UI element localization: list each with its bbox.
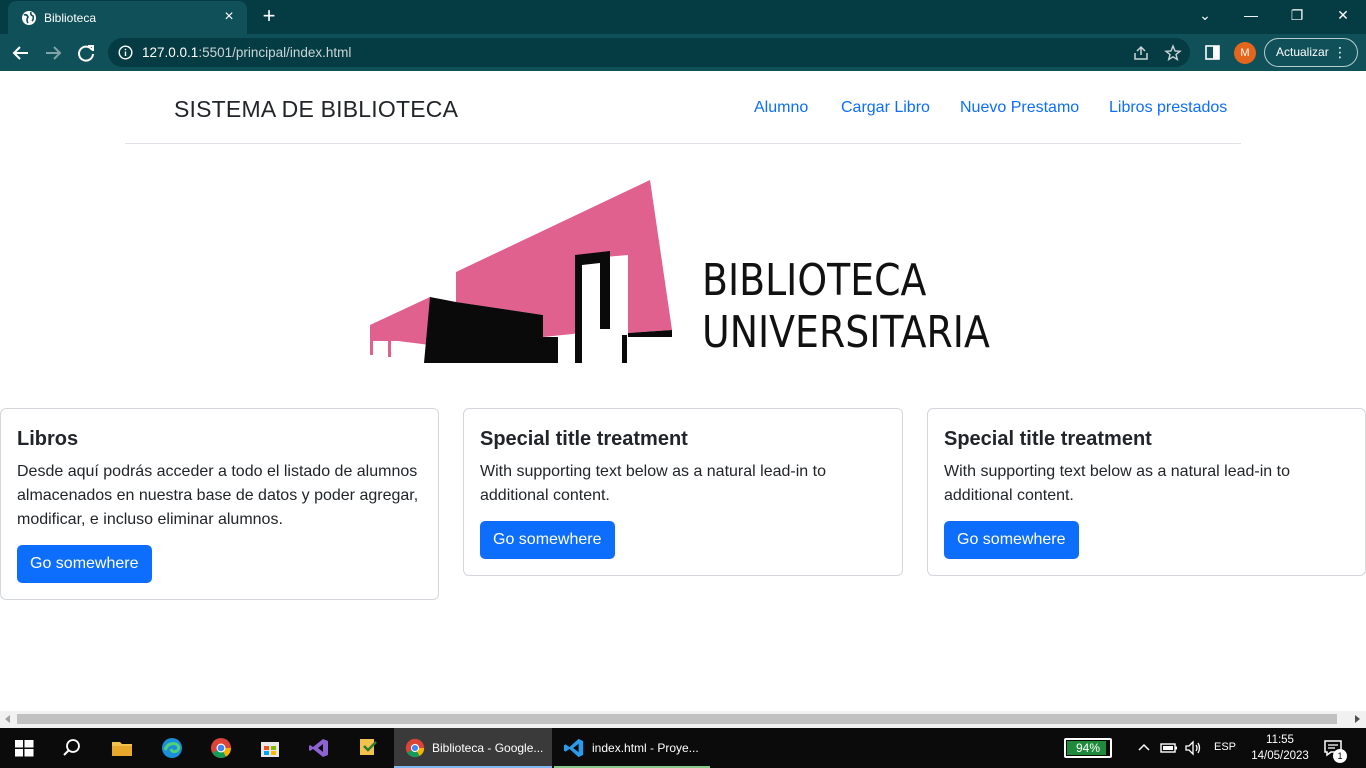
scroll-left-icon[interactable] bbox=[5, 715, 10, 723]
update-button-label: Actualizar bbox=[1276, 45, 1329, 59]
volume-icon[interactable] bbox=[1184, 739, 1202, 757]
go-somewhere-button[interactable]: Go somewhere bbox=[944, 521, 1079, 559]
nav-link-nuevo-prestamo[interactable]: Nuevo Prestamo bbox=[960, 99, 1079, 117]
taskbar-app-vscode[interactable]: index.html - Proye... bbox=[554, 728, 710, 768]
card-title: Special title treatment bbox=[944, 428, 1152, 450]
system-clock[interactable]: 11:55 14/05/2023 bbox=[1250, 732, 1310, 764]
site-info-icon[interactable] bbox=[118, 45, 133, 60]
clock-time: 11:55 bbox=[1266, 734, 1294, 746]
input-language[interactable]: ESP bbox=[1214, 741, 1236, 753]
card-special-1: Special title treatment With supporting … bbox=[463, 408, 903, 576]
library-building-icon bbox=[370, 180, 672, 363]
logo-text-line2: UNIVERSITARIA bbox=[702, 307, 990, 358]
card-special-2: Special title treatment With supporting … bbox=[927, 408, 1366, 576]
card-title: Libros bbox=[17, 428, 79, 450]
scroll-right-icon[interactable] bbox=[1355, 715, 1360, 723]
card-text: With supporting text below as a natural … bbox=[480, 463, 826, 504]
search-icon[interactable] bbox=[60, 736, 84, 760]
edge-icon[interactable] bbox=[160, 736, 184, 760]
minimize-button[interactable]: — bbox=[1228, 0, 1274, 30]
new-tab-button[interactable]: + bbox=[258, 5, 280, 28]
card-text: Desde aquí podrás acceder a todo el list… bbox=[17, 463, 419, 528]
microsoft-store-icon[interactable] bbox=[258, 736, 282, 760]
browser-tab-strip: Biblioteca × + ⌄ — ❐ ✕ bbox=[0, 0, 1366, 34]
nav-link-libros-prestados[interactable]: Libros prestados bbox=[1109, 99, 1227, 117]
tab-search-icon[interactable]: ⌄ bbox=[1182, 0, 1228, 30]
dev-tool-icon[interactable] bbox=[356, 736, 380, 760]
url-path: :5501/principal/index.html bbox=[198, 45, 352, 60]
notification-count-badge: 1 bbox=[1333, 749, 1347, 763]
vscode-icon bbox=[563, 738, 584, 758]
update-button[interactable]: Actualizar ⋮ bbox=[1264, 38, 1358, 67]
reload-icon[interactable] bbox=[73, 40, 99, 66]
site-brand[interactable]: SISTEMA DE BIBLIOTECA bbox=[174, 96, 458, 123]
chevron-up-icon[interactable] bbox=[1136, 740, 1152, 756]
back-icon[interactable] bbox=[8, 40, 34, 66]
windows-taskbar: Biblioteca - Google... index.html - Proy… bbox=[0, 728, 1366, 768]
chrome-icon[interactable] bbox=[209, 736, 233, 760]
tab-close-icon[interactable]: × bbox=[219, 7, 239, 27]
url-host: 127.0.0.1 bbox=[142, 45, 199, 60]
horizontal-scrollbar[interactable] bbox=[0, 711, 1366, 728]
windows-start-icon[interactable] bbox=[12, 736, 36, 760]
biblioteca-logo: BIBLIOTECA UNIVERSITARIA bbox=[368, 177, 990, 367]
nav-link-alumno[interactable]: Alumno bbox=[754, 99, 808, 117]
forward-icon[interactable] bbox=[40, 40, 66, 66]
clock-date: 14/05/2023 bbox=[1251, 750, 1309, 762]
go-somewhere-button[interactable]: Go somewhere bbox=[480, 521, 615, 559]
taskbar-app-label: index.html - Proye... bbox=[592, 741, 699, 755]
taskbar-app-chrome[interactable]: Biblioteca - Google... bbox=[394, 728, 552, 768]
chrome-icon bbox=[405, 738, 425, 758]
nav-link-cargar-libro[interactable]: Cargar Libro bbox=[841, 99, 930, 117]
scrollbar-thumb[interactable] bbox=[17, 714, 1337, 724]
restore-button[interactable]: ❐ bbox=[1274, 0, 1320, 30]
tab-title: Biblioteca bbox=[44, 11, 97, 25]
file-explorer-icon[interactable] bbox=[110, 736, 134, 760]
share-icon[interactable] bbox=[1132, 44, 1150, 62]
visual-studio-icon[interactable] bbox=[307, 736, 331, 760]
address-bar[interactable]: 127.0.0.1:5501/principal/index.html bbox=[108, 38, 1190, 67]
side-panel-icon[interactable] bbox=[1204, 44, 1221, 61]
card-title: Special title treatment bbox=[480, 428, 688, 450]
globe-icon bbox=[22, 11, 36, 25]
close-window-button[interactable]: ✕ bbox=[1320, 0, 1366, 30]
browser-toolbar: 127.0.0.1:5501/principal/index.html M Ac… bbox=[0, 34, 1366, 71]
page-viewport: SISTEMA DE BIBLIOTECA Alumno Cargar Libr… bbox=[0, 71, 1366, 711]
battery-indicator[interactable]: 94% bbox=[1064, 738, 1112, 758]
taskbar-app-label: Biblioteca - Google... bbox=[432, 741, 544, 755]
profile-avatar[interactable]: M bbox=[1234, 42, 1256, 64]
battery-icon[interactable] bbox=[1160, 740, 1178, 756]
card-text: With supporting text below as a natural … bbox=[944, 463, 1290, 504]
card-libros: Libros Desde aquí podrás acceder a todo … bbox=[0, 408, 439, 600]
browser-tab[interactable]: Biblioteca × bbox=[8, 1, 247, 34]
header-divider bbox=[125, 143, 1241, 144]
go-somewhere-button[interactable]: Go somewhere bbox=[17, 545, 152, 583]
battery-percent: 94% bbox=[1075, 741, 1101, 755]
url-text[interactable]: 127.0.0.1:5501/principal/index.html bbox=[142, 45, 351, 60]
logo-text-line1: BIBLIOTECA bbox=[702, 255, 927, 306]
menu-icon[interactable]: ⋮ bbox=[1333, 39, 1347, 66]
bookmark-star-icon[interactable] bbox=[1164, 44, 1182, 62]
